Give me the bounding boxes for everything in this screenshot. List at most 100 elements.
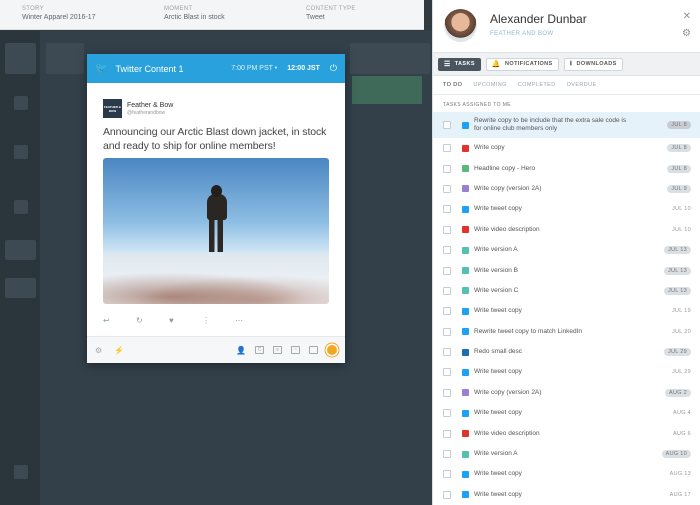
channel-tw-icon bbox=[462, 307, 469, 315]
task-due-date: AUG 2 bbox=[664, 388, 691, 397]
user-org: FEATHER AND BOW bbox=[490, 31, 554, 37]
section-heading: TASKS ASSIGNED TO ME bbox=[443, 102, 512, 108]
task-checkbox[interactable] bbox=[443, 266, 451, 275]
tab-completed[interactable]: COMPLETED bbox=[518, 82, 556, 88]
channel-te-icon bbox=[462, 450, 469, 458]
task-checkbox[interactable] bbox=[443, 225, 451, 234]
task-row[interactable]: Write version B JUL 13 bbox=[433, 260, 700, 280]
more-vertical-icon[interactable]: ⋮ bbox=[202, 316, 235, 325]
task-title: Write copy (version 2A) bbox=[474, 388, 542, 396]
task-checkbox[interactable] bbox=[443, 164, 451, 173]
task-row[interactable]: Rewrite copy to be include that the extr… bbox=[433, 112, 700, 138]
task-checkbox[interactable] bbox=[443, 327, 451, 336]
task-row[interactable]: Write tweet copy JUL 10 bbox=[433, 199, 700, 219]
task-row[interactable]: Write copy JUL 8 bbox=[433, 138, 700, 158]
background-block bbox=[14, 465, 28, 479]
task-row[interactable]: Write tweet copy AUG 4 bbox=[433, 403, 700, 423]
task-row[interactable]: Write copy (version 2A) AUG 2 bbox=[433, 383, 700, 403]
task-checkbox[interactable] bbox=[443, 368, 451, 377]
user-name: Alexander Dunbar bbox=[490, 12, 587, 26]
downloads-button[interactable]: ⭳ DOWNLOADS bbox=[563, 57, 623, 71]
tab-upcoming[interactable]: UPCOMING bbox=[473, 82, 506, 88]
task-title: Write tweet copy bbox=[474, 368, 522, 376]
twitter-content-modal: 🐦 Twitter Content 1 7:00 PM PST • 12:00 … bbox=[87, 54, 345, 363]
task-row[interactable]: Write tweet copy JUL 29 bbox=[433, 362, 700, 382]
task-row[interactable]: Rewrite tweet copy to match LinkedIn JUL … bbox=[433, 322, 700, 342]
tab-overdue[interactable]: OVERDUE bbox=[567, 82, 597, 88]
task-checkbox[interactable] bbox=[443, 429, 451, 438]
task-due-date: AUG 10 bbox=[661, 450, 691, 459]
power-icon[interactable]: ⏻ bbox=[330, 63, 337, 74]
task-checkbox[interactable] bbox=[443, 121, 451, 129]
task-due-date: JUL 13 bbox=[663, 286, 691, 295]
like-icon[interactable]: ♥ bbox=[169, 316, 202, 325]
background-block bbox=[5, 240, 36, 260]
task-checkbox[interactable] bbox=[443, 450, 451, 459]
add-user-icon[interactable]: 👤 bbox=[236, 346, 246, 355]
task-due-date: JUL 8 bbox=[667, 121, 691, 129]
notifications-button[interactable]: 🔔 NOTIFICATIONS bbox=[485, 57, 559, 71]
gear-icon[interactable]: ⚙ bbox=[682, 28, 691, 39]
monitor-icon[interactable] bbox=[309, 346, 318, 354]
task-due-date: JUL 8 bbox=[667, 164, 691, 173]
close-icon[interactable]: ✕ bbox=[683, 11, 691, 22]
modal-title: Twitter Content 1 bbox=[115, 63, 184, 74]
lightning-icon[interactable]: ⚡ bbox=[114, 346, 124, 355]
task-due-date: JUL 13 bbox=[663, 266, 691, 275]
channel-gr-icon bbox=[462, 165, 469, 173]
task-checkbox[interactable] bbox=[443, 144, 451, 153]
task-checkbox[interactable] bbox=[443, 470, 451, 479]
tweet-account: FEATHER & BOW Feather & Bow @featherandb… bbox=[103, 99, 329, 118]
task-row[interactable]: Headline copy - Hero JUL 8 bbox=[433, 158, 700, 178]
tweet-actions: ↩ ↻ ♥ ⋮ ⋯ bbox=[103, 316, 329, 325]
c-icon[interactable]: C bbox=[255, 346, 264, 354]
task-row[interactable]: Write tweet copy JUL 19 bbox=[433, 301, 700, 321]
task-checkbox[interactable] bbox=[443, 307, 451, 316]
account-handle: @featherandbow bbox=[127, 109, 166, 116]
task-row[interactable]: Write tweet copy AUG 13 bbox=[433, 464, 700, 484]
note-icon[interactable]: ≡ bbox=[273, 346, 282, 354]
channel-tw-icon bbox=[462, 409, 469, 417]
task-row[interactable]: Write version A JUL 13 bbox=[433, 240, 700, 260]
task-checkbox[interactable] bbox=[443, 409, 451, 418]
task-title: Write copy (version 2A) bbox=[474, 184, 542, 192]
task-title: Redo small desc bbox=[474, 348, 523, 356]
task-title: Headline copy - Hero bbox=[474, 164, 536, 172]
task-row[interactable]: Write tweet copy AUG 17 bbox=[433, 485, 700, 505]
task-due-date: JUL 10 bbox=[671, 226, 691, 233]
task-row[interactable]: Write version C JUL 13 bbox=[433, 281, 700, 301]
task-checkbox[interactable] bbox=[443, 348, 451, 357]
settings-icon[interactable]: ⚙ bbox=[95, 346, 102, 355]
tasks-panel: Alexander Dunbar FEATHER AND BOW ✕ ⚙ ☰ TA… bbox=[432, 0, 700, 505]
retweet-icon[interactable]: ↻ bbox=[136, 316, 169, 325]
task-checkbox[interactable] bbox=[443, 184, 451, 193]
channel-tw-icon bbox=[462, 491, 469, 499]
more-icon[interactable]: ⋯ bbox=[235, 316, 268, 325]
task-checkbox[interactable] bbox=[443, 490, 451, 499]
task-row[interactable]: Write copy (version 2A) JUL 9 bbox=[433, 179, 700, 199]
channel-tw-icon bbox=[462, 368, 469, 376]
task-row[interactable]: Write video description JUL 10 bbox=[433, 220, 700, 240]
task-due-date: JUL 29 bbox=[671, 369, 691, 376]
channel-pu-icon bbox=[462, 185, 469, 193]
task-checkbox[interactable] bbox=[443, 286, 451, 295]
content-type-value: Tweet bbox=[306, 14, 325, 21]
task-due-date: AUG 4 bbox=[672, 410, 691, 417]
tasks-button[interactable]: ☰ TASKS bbox=[438, 57, 481, 71]
task-due-date: AUG 17 bbox=[669, 491, 691, 498]
task-row[interactable]: Redo small desc JUL 29 bbox=[433, 342, 700, 362]
status-sun-icon[interactable] bbox=[327, 345, 337, 355]
task-subtabs: TO DO UPCOMING COMPLETED OVERDUE bbox=[433, 76, 700, 95]
task-title: Write version C bbox=[474, 286, 519, 294]
reply-icon[interactable]: ↩ bbox=[103, 316, 136, 325]
tab-todo[interactable]: TO DO bbox=[443, 82, 462, 88]
task-checkbox[interactable] bbox=[443, 388, 451, 397]
task-checkbox[interactable] bbox=[443, 246, 451, 255]
channel-te-icon bbox=[462, 246, 469, 254]
task-row[interactable]: Write video description AUG 6 bbox=[433, 423, 700, 443]
task-row[interactable]: Write version A AUG 10 bbox=[433, 444, 700, 464]
modal-header: 🐦 Twitter Content 1 7:00 PM PST • 12:00 … bbox=[87, 54, 345, 83]
task-due-date: JUL 13 bbox=[663, 246, 691, 255]
activity-icon[interactable]: ~ bbox=[291, 346, 300, 354]
task-checkbox[interactable] bbox=[443, 205, 451, 214]
